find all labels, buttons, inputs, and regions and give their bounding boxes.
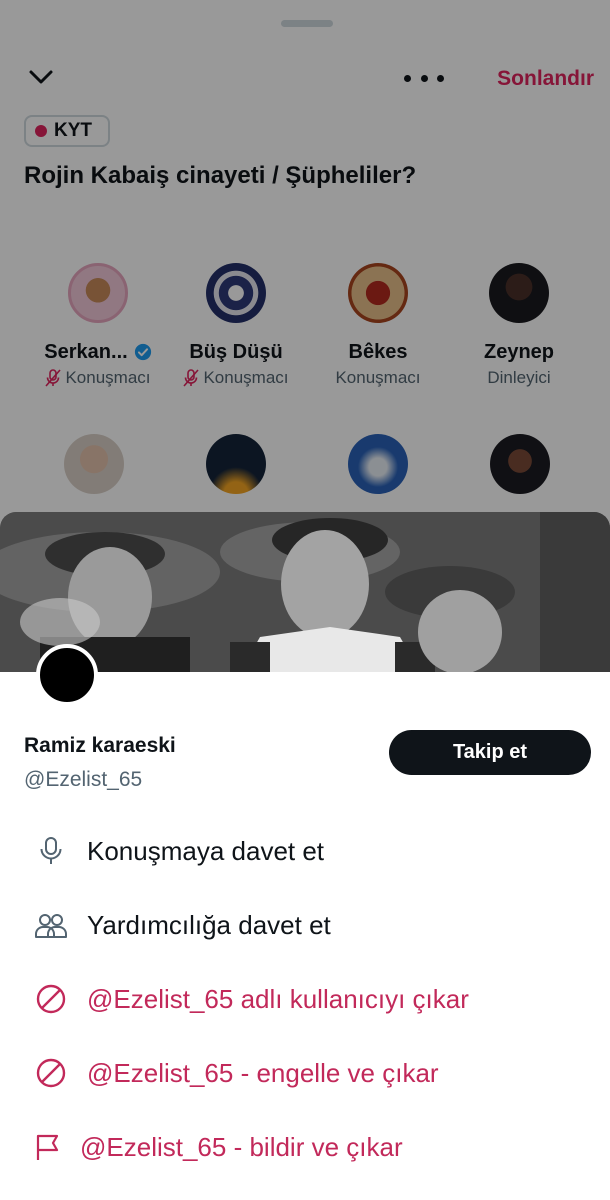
- remove-user-button[interactable]: @Ezelist_65 adlı kullanıcıyı çıkar: [34, 979, 594, 1019]
- profile-sheet: Ramiz karaeski @Ezelist_65 Takip et Konu…: [0, 512, 610, 1200]
- action-label: @Ezelist_65 - bildir ve çıkar: [80, 1131, 403, 1162]
- invite-to-speak-button[interactable]: Konuşmaya davet et: [34, 831, 594, 871]
- action-label: Yardımcılığa davet et: [87, 909, 331, 940]
- flag-icon: [34, 1130, 62, 1164]
- report-and-remove-button[interactable]: @Ezelist_65 - bildir ve çıkar: [34, 1127, 594, 1167]
- follow-button[interactable]: Takip et: [389, 730, 591, 775]
- block-and-remove-button[interactable]: @Ezelist_65 - engelle ve çıkar: [34, 1053, 594, 1093]
- profile-name: Ramiz karaeski: [24, 734, 176, 757]
- profile-handle: @Ezelist_65: [24, 768, 143, 791]
- action-label: Konuşmaya davet et: [87, 835, 325, 866]
- block-icon: [34, 1056, 68, 1090]
- profile-banner-image: [0, 512, 610, 672]
- profile-avatar[interactable]: [36, 644, 98, 706]
- people-icon: [34, 908, 68, 942]
- block-icon: [34, 982, 68, 1016]
- action-label: @Ezelist_65 adlı kullanıcıyı çıkar: [87, 983, 469, 1014]
- microphone-icon: [34, 834, 68, 868]
- invite-as-cohost-button[interactable]: Yardımcılığa davet et: [34, 905, 594, 945]
- action-label: @Ezelist_65 - engelle ve çıkar: [87, 1057, 439, 1088]
